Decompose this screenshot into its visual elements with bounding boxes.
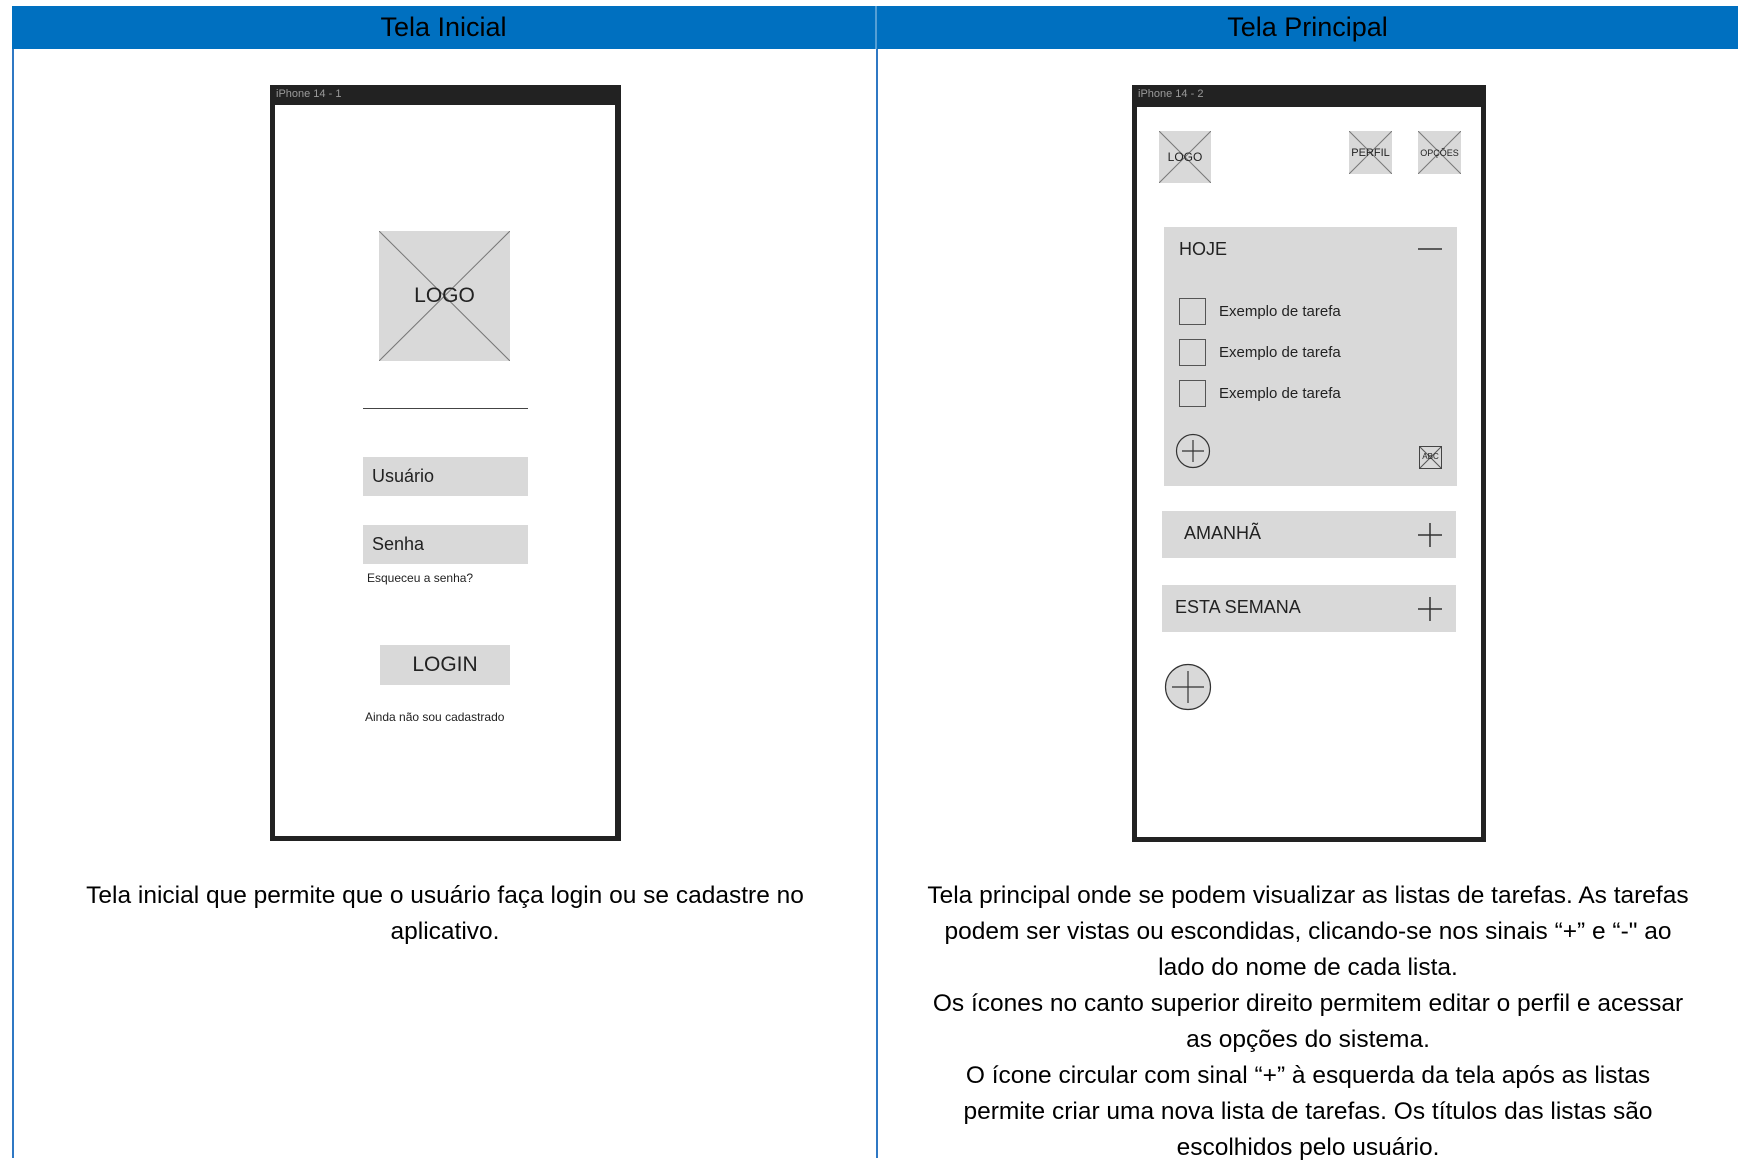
task-checkbox[interactable] [1179, 339, 1206, 366]
description-line: Tela inicial que permite que o usuário f… [86, 882, 804, 909]
description-line: as opções do sistema. [1186, 1026, 1430, 1053]
plus-icon[interactable] [1418, 523, 1442, 547]
description-tela-inicial: Tela inicial que permite que o usuário f… [14, 878, 876, 950]
column-header-tela-inicial: Tela Inicial [12, 6, 877, 49]
options-button[interactable]: OPÇÕES [1418, 131, 1461, 174]
login-screen: LOGO Usuário Senha Esqueceu a senha? LOG… [275, 105, 615, 836]
plus-icon[interactable] [1418, 597, 1442, 621]
phone-frame-login: iPhone 14 - 1 LOGO Usuário Senha Esquece… [270, 85, 621, 841]
logo-text: LOGO [1167, 150, 1203, 164]
description-line: lado do nome de cada lista. [1158, 954, 1458, 981]
phone-frame-main: iPhone 14 - 2 LOGO PERFIL OPÇÕES HOJE Ex… [1132, 85, 1486, 842]
signup-link[interactable]: Ainda não sou cadastrado [365, 710, 504, 724]
task-checkbox[interactable] [1179, 380, 1206, 407]
description-line: podem ser vistas ou escondidas, clicando… [944, 918, 1672, 945]
forgot-password-link[interactable]: Esqueceu a senha? [367, 571, 473, 585]
list-title: HOJE [1179, 239, 1228, 259]
task-checkbox[interactable] [1179, 298, 1206, 325]
list-panel-esta-semana[interactable]: ESTA SEMANA [1162, 585, 1456, 632]
edit-text-label: ABC [1422, 452, 1439, 461]
logo-placeholder: LOGO [1159, 131, 1211, 183]
task-label: Exemplo de tarefa [1219, 385, 1341, 402]
list-title: AMANHÃ [1184, 523, 1262, 543]
logo-placeholder: LOGO [379, 231, 510, 361]
add-task-circle-plus-icon[interactable] [1175, 433, 1211, 469]
description-line: Os ícones no canto superior direito perm… [932, 990, 1684, 1017]
list-title: ESTA SEMANA [1175, 597, 1301, 617]
task-label: Exemplo de tarefa [1219, 303, 1341, 320]
minus-icon[interactable] [1418, 247, 1442, 251]
add-list-circle-plus-icon[interactable] [1164, 663, 1212, 711]
options-button-label: OPÇÕES [1420, 147, 1459, 158]
logo-text: LOGO [414, 284, 475, 307]
task-label: Exemplo de tarefa [1219, 344, 1341, 361]
description-line: Tela principal onde se podem visualizar … [927, 882, 1689, 909]
main-screen: LOGO PERFIL OPÇÕES HOJE Exemplo de taref… [1137, 107, 1481, 837]
description-line: permite criar uma nova lista de tarefas.… [963, 1098, 1653, 1125]
separator-line [363, 408, 528, 409]
description-line: aplicativo. [390, 918, 500, 945]
password-field[interactable]: Senha [363, 525, 528, 564]
description-line: escolhidos pelo usuário. [1176, 1134, 1440, 1161]
table-header-row: Tela Inicial Tela Principal [12, 6, 1738, 49]
frame-label: iPhone 14 - 1 [276, 88, 342, 100]
column-header-tela-principal: Tela Principal [1227, 12, 1388, 42]
description-line: O ícone circular com sinal “+” à esquerd… [965, 1062, 1651, 1089]
username-field[interactable]: Usuário [363, 457, 528, 496]
list-panel-amanha[interactable]: AMANHÃ [1162, 511, 1456, 558]
login-button[interactable]: LOGIN [380, 645, 510, 685]
frame-label: iPhone 14 - 2 [1138, 88, 1204, 100]
edit-text-icon[interactable]: ABC [1419, 446, 1442, 469]
profile-button[interactable]: PERFIL [1349, 131, 1392, 174]
description-tela-principal: Tela principal onde se podem visualizar … [878, 878, 1738, 1166]
profile-button-label: PERFIL [1351, 146, 1390, 159]
list-panel-hoje: HOJE Exemplo de tarefa Exemplo de tarefa… [1164, 227, 1457, 486]
